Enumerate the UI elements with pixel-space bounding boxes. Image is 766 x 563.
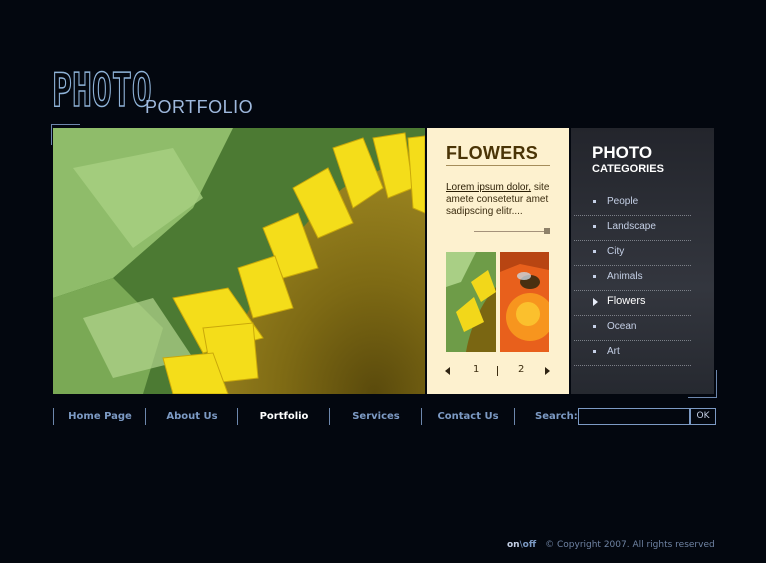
pager-separator xyxy=(497,366,498,376)
pager-page-1[interactable]: 1 xyxy=(473,364,479,375)
category-city[interactable]: City xyxy=(574,241,691,266)
category-label: People xyxy=(607,196,639,207)
category-label: Ocean xyxy=(607,321,637,332)
pager-prev-icon[interactable] xyxy=(445,367,450,375)
category-label: City xyxy=(607,246,625,257)
category-art[interactable]: Art xyxy=(574,341,691,366)
category-landscape[interactable]: Landscape xyxy=(574,216,691,241)
thumbnail-sunflower-image xyxy=(446,252,496,352)
thumbnail-pager: 1 2 xyxy=(427,361,569,381)
panel-description: Lorem ipsum dolor, site amete consetetur… xyxy=(446,182,561,218)
sound-on-toggle[interactable]: on xyxy=(507,540,520,550)
category-label: Animals xyxy=(607,271,643,282)
panel-title: FLOWERS xyxy=(446,143,539,163)
pager-page-2[interactable]: 2 xyxy=(518,364,524,375)
logo-photo-text: PHOTO xyxy=(51,63,152,117)
thumbnail-sunflower[interactable] xyxy=(446,252,496,352)
bullet-icon xyxy=(593,200,596,203)
nav-portfolio[interactable]: Portfolio xyxy=(237,408,330,425)
panel-divider xyxy=(446,165,550,166)
category-label: Landscape xyxy=(607,221,656,232)
search-label: Search: xyxy=(514,408,578,425)
photo-categories-panel: PHOTO CATEGORIES People Landscape City A… xyxy=(571,128,714,394)
slider-track[interactable] xyxy=(474,231,548,232)
category-label: Art xyxy=(607,346,620,357)
category-ocean[interactable]: Ocean xyxy=(574,316,691,341)
sound-off-toggle[interactable]: off xyxy=(523,540,536,550)
category-animals[interactable]: Animals xyxy=(574,266,691,291)
bullet-icon xyxy=(593,250,596,253)
frame-corner-bottom-right xyxy=(688,370,717,398)
nav-services[interactable]: Services xyxy=(329,408,422,425)
bullet-icon xyxy=(593,325,596,328)
categories-title: PHOTO xyxy=(592,143,653,162)
thumbnail-bee-flower-image xyxy=(500,252,549,352)
category-people[interactable]: People xyxy=(574,191,691,216)
bullet-icon xyxy=(593,350,596,353)
nav-home-page[interactable]: Home Page xyxy=(53,408,146,425)
category-label: Flowers xyxy=(607,295,646,307)
selected-arrow-icon xyxy=(593,298,598,306)
categories-subtitle: CATEGORIES xyxy=(592,163,664,175)
category-flowers[interactable]: Flowers xyxy=(574,291,691,316)
featured-category-panel: FLOWERS Lorem ipsum dolor, site amete co… xyxy=(427,128,569,394)
search-ok-button[interactable]: OK xyxy=(690,408,716,425)
bullet-icon xyxy=(593,225,596,228)
thumbnail-bee-flower[interactable] xyxy=(500,252,549,352)
slider-handle[interactable] xyxy=(544,228,550,234)
logo-portfolio-text: PORTFOLIO xyxy=(145,97,254,117)
footer: on\off © Copyright 2007. All rights reser… xyxy=(507,540,715,550)
pager-next-icon[interactable] xyxy=(545,367,550,375)
nav-contact-us[interactable]: Contact Us xyxy=(421,408,514,425)
categories-list: People Landscape City Animals Flowers Oc… xyxy=(574,191,691,366)
bullet-icon xyxy=(593,275,596,278)
hero-sunflower-image xyxy=(53,128,425,394)
panel-read-more-link[interactable]: Lorem ipsum dolor, xyxy=(446,182,531,193)
nav-about-us[interactable]: About Us xyxy=(145,408,238,425)
sunflower-illustration xyxy=(53,128,425,394)
search-input[interactable] xyxy=(578,408,690,425)
copyright-text: © Copyright 2007. All rights reserved xyxy=(545,540,715,550)
